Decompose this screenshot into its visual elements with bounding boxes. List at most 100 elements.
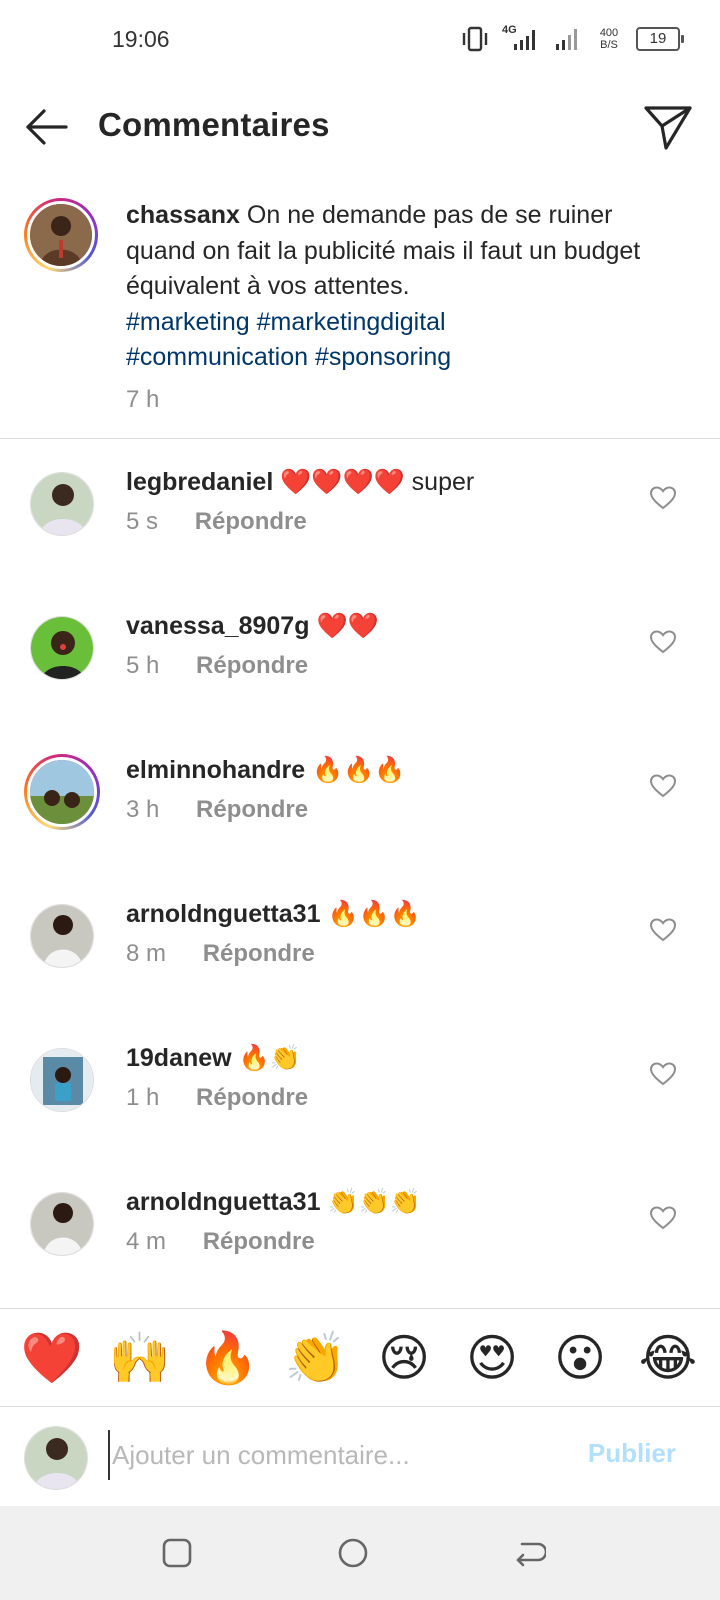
heart-icon[interactable]: [650, 630, 676, 654]
status-icons: 4G 400 B/S 19: [460, 24, 684, 54]
emoji-clap-button[interactable]: 👏: [281, 1328, 351, 1388]
comment-meta: 4 m Répondre: [126, 1228, 315, 1256]
heart-icon[interactable]: [650, 486, 676, 510]
emoji-surprised-button[interactable]: 😮: [545, 1328, 615, 1388]
back-nav-icon[interactable]: [512, 1536, 546, 1570]
heart-icon[interactable]: [650, 774, 676, 798]
heart-icon[interactable]: [650, 918, 676, 942]
comment-content: arnoldnguetta31 👏👏👏: [126, 1184, 421, 1220]
comment-time: 5 s: [126, 508, 159, 535]
reply-button[interactable]: Répondre: [196, 652, 308, 679]
comment-meta: 1 h Répondre: [126, 1084, 308, 1112]
share-send-icon[interactable]: [642, 100, 694, 152]
network-speed: 400 B/S: [594, 27, 624, 51]
hashtag-list: #marketing #marketingdigital #communicat…: [126, 305, 666, 376]
avatar[interactable]: [30, 904, 94, 968]
comment-time: 5 h: [126, 652, 160, 679]
comment-composer: Publier: [0, 1408, 720, 1504]
comment-text: 👏👏👏: [327, 1188, 421, 1216]
comment-content: vanessa_8907g ❤️❤️: [126, 608, 379, 644]
comment-text: 🔥🔥🔥: [327, 900, 421, 928]
divider: [0, 1308, 720, 1309]
comment-username[interactable]: legbredaniel: [126, 468, 273, 496]
comment-content: 19danew 🔥👏: [126, 1040, 301, 1076]
reply-button[interactable]: Répondre: [203, 1228, 315, 1255]
avatar: [27, 201, 95, 269]
hashtag[interactable]: #sponsoring: [315, 343, 451, 371]
comment-meta: 5 s Répondre: [126, 508, 307, 536]
comment-meta: 3 h Répondre: [126, 796, 308, 824]
comment-item: vanessa_8907g ❤️❤️ 5 h Répondre: [0, 590, 720, 734]
caption-time: 7 h: [126, 385, 160, 413]
divider: [0, 1406, 720, 1407]
heart-icon[interactable]: [650, 1062, 676, 1086]
divider: [0, 438, 720, 439]
emoji-heart-button[interactable]: ❤️: [17, 1328, 87, 1388]
page-title: Commentaires: [98, 106, 330, 143]
comment-time: 8 m: [126, 940, 167, 967]
home-icon[interactable]: [336, 1536, 370, 1570]
story-ring[interactable]: [24, 198, 98, 272]
comment-text: ❤️❤️❤️❤️ super: [280, 468, 475, 496]
comment-content: elminnohandre 🔥🔥🔥: [126, 752, 406, 788]
comment-time: 1 h: [126, 1084, 160, 1111]
hashtag[interactable]: #marketing: [126, 308, 250, 336]
comment-input[interactable]: [108, 1430, 548, 1480]
comment-item: legbredaniel ❤️❤️❤️❤️ super 5 s Répondre: [0, 446, 720, 590]
vibrate-icon: [462, 26, 488, 52]
comment-text: 🔥🔥🔥: [312, 756, 406, 784]
emoji-heart-eyes-button[interactable]: 😍: [457, 1328, 527, 1388]
comment-username[interactable]: 19danew: [126, 1044, 232, 1072]
comment-username[interactable]: vanessa_8907g: [126, 612, 309, 640]
speed-unit: B/S: [600, 39, 618, 51]
avatar[interactable]: [30, 1048, 94, 1112]
reply-button[interactable]: Répondre: [203, 940, 315, 967]
avatar[interactable]: [30, 616, 94, 680]
status-bar: 19:06 4G 400 B/S 19: [0, 0, 720, 80]
publish-button[interactable]: Publier: [588, 1438, 676, 1469]
comment-time: 4 m: [126, 1228, 167, 1255]
comment-item: elminnohandre 🔥🔥🔥 3 h Répondre: [0, 734, 720, 878]
comment-username[interactable]: arnoldnguetta31: [126, 1188, 320, 1216]
comment-username[interactable]: elminnohandre: [126, 756, 305, 784]
hashtag[interactable]: #communication: [126, 343, 308, 371]
comment-text: 🔥👏: [238, 1044, 301, 1072]
reply-button[interactable]: Répondre: [196, 1084, 308, 1111]
avatar[interactable]: [30, 472, 94, 536]
speed-value: 400: [599, 27, 619, 39]
comment-time: 3 h: [126, 796, 160, 823]
hashtag[interactable]: #marketingdigital: [257, 308, 446, 336]
avatar: [27, 757, 97, 827]
comment-item: arnoldnguetta31 🔥🔥🔥 8 m Répondre: [0, 878, 720, 1022]
comment-text: ❤️❤️: [316, 612, 379, 640]
emoji-raised-hands-button[interactable]: 🙌: [105, 1328, 175, 1388]
emoji-laughing-button[interactable]: 😂: [633, 1328, 703, 1388]
comment-username[interactable]: arnoldnguetta31: [126, 900, 320, 928]
recent-apps-icon[interactable]: [160, 1536, 194, 1570]
story-ring[interactable]: [24, 754, 100, 830]
emoji-crying-button[interactable]: 😢: [369, 1328, 439, 1388]
emoji-quick-bar: ❤️ 🙌 🔥 👏 😢 😍 😮 😂: [0, 1310, 720, 1406]
comment-item: arnoldnguetta31 👏👏👏 4 m Répondre: [0, 1166, 720, 1310]
reply-button[interactable]: Répondre: [196, 796, 308, 823]
battery-icon: 19: [636, 27, 684, 51]
caption-body: chassanx On ne demande pas de se ruiner …: [126, 198, 666, 417]
comment-meta: 8 m Répondre: [126, 940, 315, 968]
system-nav-bar: [0, 1506, 720, 1600]
reply-button[interactable]: Répondre: [195, 508, 307, 535]
comment-content: arnoldnguetta31 🔥🔥🔥: [126, 896, 421, 932]
comments-list: legbredaniel ❤️❤️❤️❤️ super 5 s Répondre…: [0, 446, 720, 1310]
heart-icon[interactable]: [650, 1206, 676, 1230]
avatar: [24, 1426, 88, 1490]
back-arrow-icon[interactable]: [22, 102, 72, 152]
emoji-fire-button[interactable]: 🔥: [193, 1328, 263, 1388]
avatar[interactable]: [30, 1192, 94, 1256]
caption-username[interactable]: chassanx: [126, 201, 240, 229]
header: Commentaires: [0, 84, 720, 168]
signal-icon: [556, 29, 577, 50]
network-signal-icon: 4G: [502, 24, 542, 54]
comment-meta: 5 h Répondre: [126, 652, 308, 680]
comment-content: legbredaniel ❤️❤️❤️❤️ super: [126, 464, 474, 500]
comment-item: 19danew 🔥👏 1 h Répondre: [0, 1022, 720, 1166]
status-time: 19:06: [112, 26, 170, 52]
